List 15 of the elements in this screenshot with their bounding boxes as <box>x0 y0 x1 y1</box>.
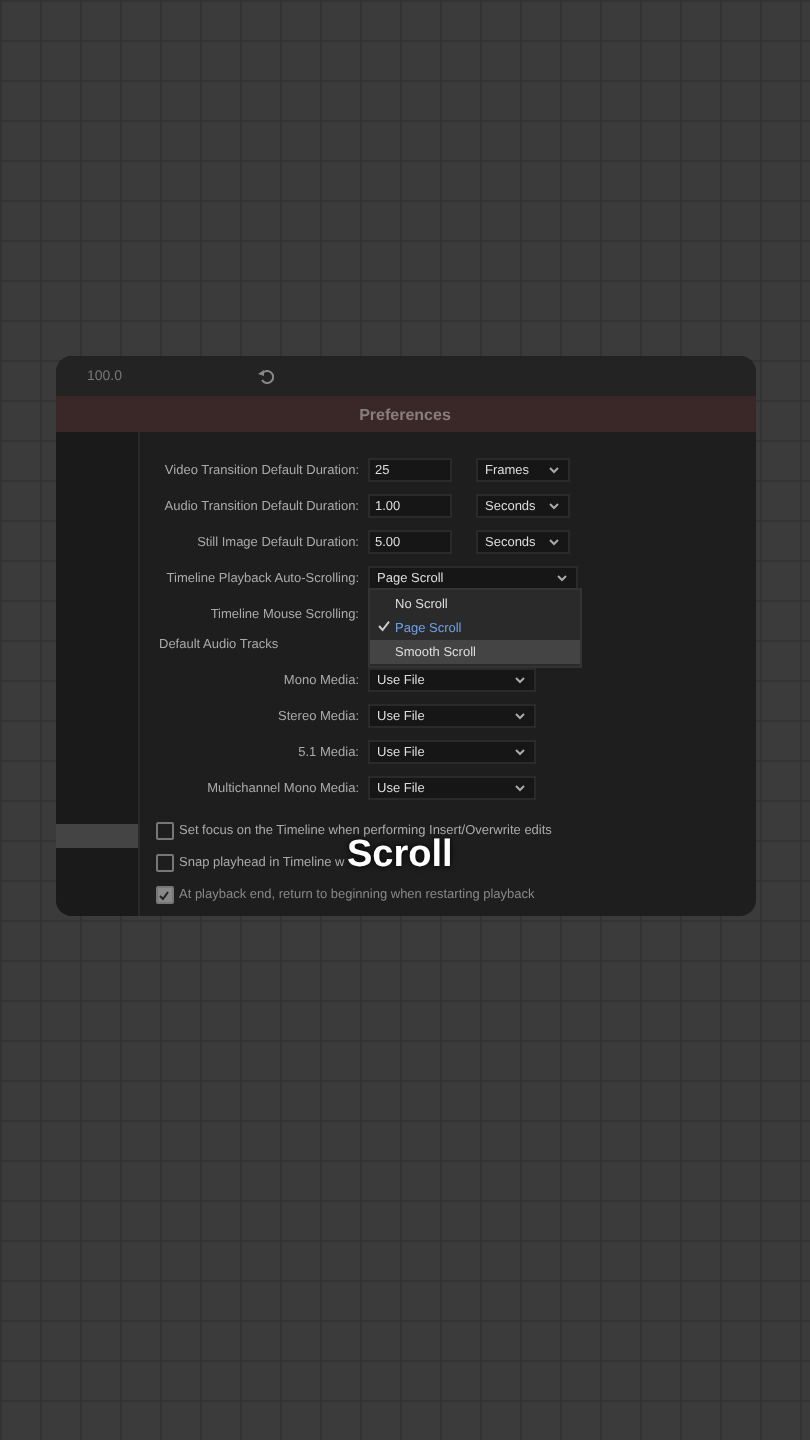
caption-text: Scroll <box>347 836 453 874</box>
caret-icon <box>513 712 525 720</box>
caret-icon <box>547 502 559 510</box>
window-title: Preferences <box>359 405 451 423</box>
caret-icon <box>513 784 525 792</box>
checkbox[interactable] <box>155 854 173 872</box>
caret-icon <box>513 676 525 684</box>
undo-icon[interactable] <box>258 368 275 384</box>
caret-icon <box>555 574 567 582</box>
check-icon <box>377 620 389 632</box>
checkbox[interactable] <box>155 886 173 904</box>
checkbox[interactable] <box>155 822 173 840</box>
caret-icon <box>547 466 559 474</box>
caret-icon <box>547 538 559 546</box>
caret-icon <box>513 748 525 756</box>
